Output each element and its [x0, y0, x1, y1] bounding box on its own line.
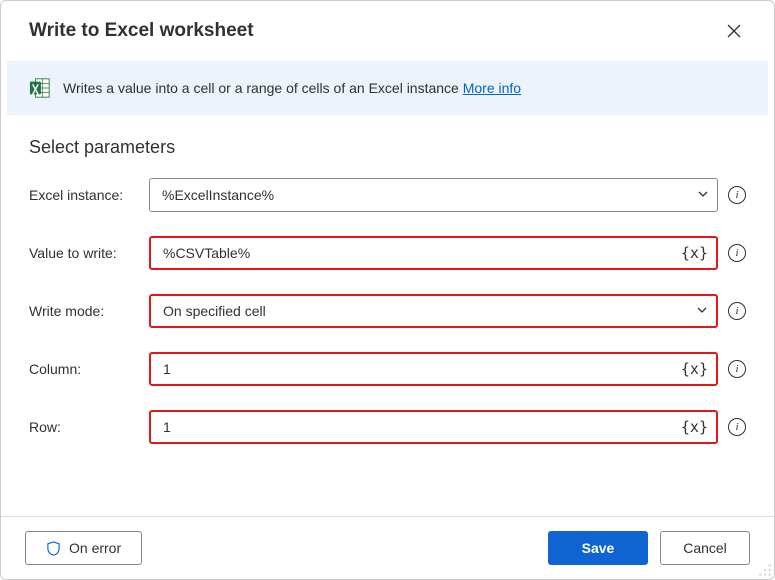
section-title: Select parameters — [29, 137, 746, 158]
dropdown-excel-instance[interactable]: %ExcelInstance% — [149, 178, 718, 212]
field-row: Row: 1 {x} i — [29, 410, 746, 444]
label-excel-instance: Excel instance: — [29, 187, 139, 203]
info-banner: Writes a value into a cell or a range of… — [7, 61, 768, 115]
on-error-button[interactable]: On error — [25, 531, 142, 565]
input-value: 1 — [163, 419, 171, 435]
dropdown-value: %ExcelInstance% — [162, 187, 274, 203]
field-write-mode: Write mode: On specified cell i — [29, 294, 746, 328]
input-value: 1 — [163, 361, 171, 377]
dropdown-write-mode[interactable]: On specified cell — [149, 294, 718, 328]
banner-description: Writes a value into a cell or a range of… — [63, 80, 459, 96]
more-info-link[interactable]: More info — [463, 80, 521, 96]
chevron-down-icon — [696, 303, 708, 319]
field-excel-instance: Excel instance: %ExcelInstance% i — [29, 178, 746, 212]
save-label: Save — [582, 540, 615, 556]
variable-picker-icon[interactable]: {x} — [681, 244, 708, 262]
shield-icon — [46, 541, 61, 556]
save-button[interactable]: Save — [548, 531, 648, 565]
close-icon — [727, 24, 741, 38]
chevron-down-icon — [697, 187, 709, 203]
input-value-to-write[interactable]: %CSVTable% {x} — [149, 236, 718, 270]
input-column[interactable]: 1 {x} — [149, 352, 718, 386]
label-row: Row: — [29, 419, 139, 435]
dialog-header: Write to Excel worksheet — [1, 1, 774, 61]
dialog: Write to Excel worksheet Writes a value … — [0, 0, 775, 580]
cancel-label: Cancel — [683, 540, 727, 556]
info-icon[interactable]: i — [728, 418, 746, 436]
close-button[interactable] — [718, 15, 750, 47]
info-icon[interactable]: i — [728, 244, 746, 262]
label-column: Column: — [29, 361, 139, 377]
dialog-footer: On error Save Cancel — [1, 516, 774, 579]
on-error-label: On error — [69, 540, 121, 556]
resize-grip-icon[interactable] — [758, 563, 772, 577]
cancel-button[interactable]: Cancel — [660, 531, 750, 565]
field-value-to-write: Value to write: %CSVTable% {x} i — [29, 236, 746, 270]
dropdown-value: On specified cell — [163, 303, 266, 319]
input-value: %CSVTable% — [163, 245, 250, 261]
variable-picker-icon[interactable]: {x} — [681, 418, 708, 436]
info-icon[interactable]: i — [728, 302, 746, 320]
label-write-mode: Write mode: — [29, 303, 139, 319]
field-column: Column: 1 {x} i — [29, 352, 746, 386]
excel-icon — [29, 77, 51, 99]
variable-picker-icon[interactable]: {x} — [681, 360, 708, 378]
dialog-title: Write to Excel worksheet — [29, 20, 254, 42]
info-icon[interactable]: i — [728, 186, 746, 204]
input-row[interactable]: 1 {x} — [149, 410, 718, 444]
label-value-to-write: Value to write: — [29, 245, 139, 261]
footer-right: Save Cancel — [548, 531, 750, 565]
info-icon[interactable]: i — [728, 360, 746, 378]
content-area: Select parameters Excel instance: %Excel… — [1, 115, 774, 516]
banner-text: Writes a value into a cell or a range of… — [63, 80, 521, 96]
